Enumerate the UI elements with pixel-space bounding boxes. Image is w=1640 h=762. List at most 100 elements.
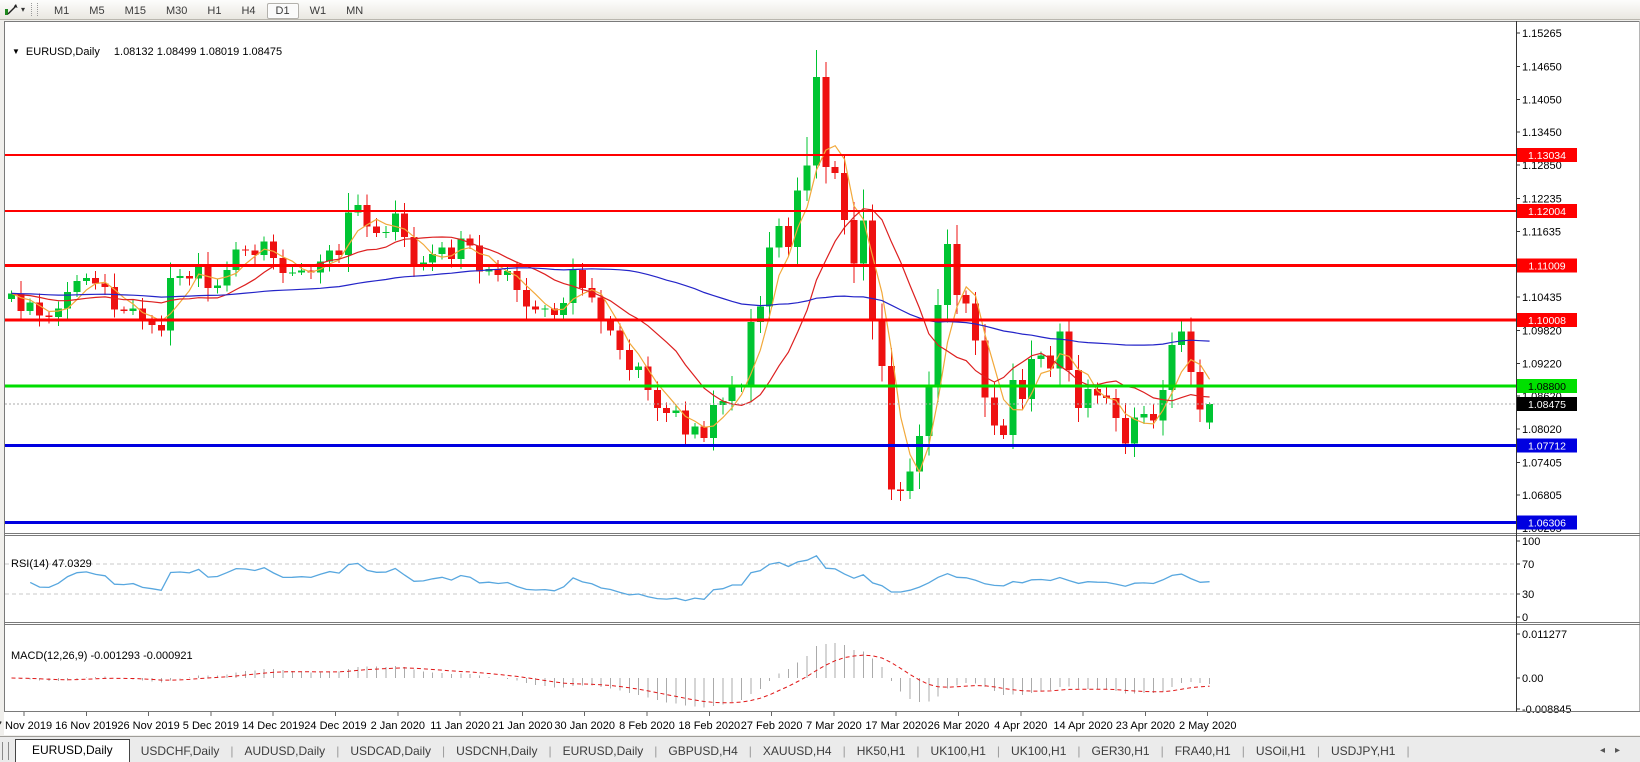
price-tick-label: 1.06805: [1522, 490, 1562, 502]
tab-eurusd-daily[interactable]: EURUSD,Daily: [552, 741, 655, 762]
tabs-scroll-right-icon[interactable]: ▸: [1615, 745, 1630, 756]
date-tick-label: 4 Apr 2020: [994, 720, 1047, 732]
tab-usdjpy-h1[interactable]: USDJPY,H1: [1320, 741, 1406, 762]
timeframe-button-mn[interactable]: MN: [337, 3, 372, 19]
candle-body: [663, 408, 670, 413]
chart-tool-icon[interactable]: [3, 3, 19, 17]
tab-usdcad-daily[interactable]: USDCAD,Daily: [339, 741, 442, 762]
tab-hk50-h1[interactable]: HK50,H1: [846, 741, 917, 762]
tabs-scroll-left-icon[interactable]: ◂: [1600, 745, 1615, 756]
candle-body: [1131, 417, 1138, 443]
candle-body: [776, 226, 783, 247]
candle-body: [1206, 404, 1213, 423]
price-axis-badge-label: 1.10008: [1528, 315, 1566, 327]
timeframe-button-m1[interactable]: M1: [45, 3, 78, 19]
candle-body: [1169, 345, 1176, 390]
candle-body: [1056, 332, 1063, 369]
tab-fra40-h1[interactable]: FRA40,H1: [1164, 741, 1242, 762]
tab-usoil-h1[interactable]: USOil,H1: [1245, 741, 1317, 762]
candle-body: [83, 278, 90, 281]
macd-tick-label: 0.011277: [1522, 629, 1567, 641]
timeframe-button-w1[interactable]: W1: [301, 3, 336, 19]
date-tick-label: 16 Nov 2019: [55, 720, 117, 732]
price-axis-badge-label: 1.08800: [1528, 381, 1566, 393]
candle-body: [1000, 426, 1007, 435]
date-tick-label: 14 Dec 2019: [242, 720, 304, 732]
candle-body: [878, 321, 885, 366]
candle-body: [785, 226, 792, 247]
chart-window-background: [4, 21, 1640, 735]
date-tick-label: 30 Jan 2020: [554, 720, 615, 732]
tab-separator: |: [1406, 744, 1409, 762]
date-tick-label: 7 Nov 2019: [0, 720, 52, 732]
timeframe-button-h1[interactable]: H1: [198, 3, 230, 19]
timeframe-button-d1[interactable]: D1: [267, 3, 299, 19]
date-tick-label: 17 Mar 2020: [865, 720, 927, 732]
timeframe-button-m5[interactable]: M5: [80, 3, 113, 19]
candle-body: [907, 471, 914, 491]
timeframe-button-m15[interactable]: M15: [116, 3, 155, 19]
chart-collapse-icon[interactable]: ▼: [12, 47, 20, 56]
chart-title: ▼EURUSD,Daily1.08132 1.08499 1.08019 1.0…: [12, 46, 282, 58]
candle-body: [579, 270, 586, 288]
date-tick-label: 18 Feb 2020: [678, 720, 740, 732]
candle-body: [523, 290, 530, 306]
date-tick-label: 8 Feb 2020: [619, 720, 675, 732]
candle-body: [701, 427, 708, 438]
tab-audusd-daily[interactable]: AUDUSD,Daily: [234, 741, 337, 762]
candle-body: [45, 316, 52, 317]
candle-body: [766, 247, 773, 306]
chart-canvas[interactable]: 1.152651.146501.140501.134501.128501.122…: [0, 20, 1640, 736]
chart-tabs: EURUSD,DailyUSDCHF,Daily|AUDUSD,Daily|US…: [15, 739, 1410, 762]
timeframe-toolbar: ▾ M1M5M15M30H1H4D1W1MN: [0, 0, 1640, 20]
candle-body: [607, 321, 614, 331]
candle-body: [925, 385, 932, 436]
price-axis-badge-label: 1.08475: [1528, 399, 1566, 411]
tab-usdchf-daily[interactable]: USDCHF,Daily: [130, 741, 231, 762]
tab-xauusd-h4[interactable]: XAUUSD,H4: [752, 741, 843, 762]
chart-tab-bar: EURUSD,DailyUSDCHF,Daily|AUDUSD,Daily|US…: [0, 736, 1640, 762]
candle-body: [1019, 380, 1026, 399]
candle-body: [710, 405, 717, 438]
candle-body: [897, 489, 904, 491]
tab-uk100-h1[interactable]: UK100,H1: [1000, 741, 1077, 762]
tab-eurusd-daily[interactable]: EURUSD,Daily: [15, 739, 130, 762]
candle-body: [130, 309, 137, 311]
date-tick-label: 7 Mar 2020: [806, 720, 862, 732]
rsi-tick-label: 30: [1522, 589, 1534, 601]
chart-window[interactable]: 1.152651.146501.140501.134501.128501.122…: [0, 20, 1640, 736]
tab-gbpusd-h4[interactable]: GBPUSD,H4: [657, 741, 748, 762]
price-tick-label: 1.11635: [1522, 226, 1561, 238]
candle-body: [972, 304, 979, 341]
date-tick-label: 24 Dec 2019: [304, 720, 366, 732]
timeframe-button-m30[interactable]: M30: [157, 3, 196, 19]
candle-body: [1075, 370, 1082, 408]
tab-ger30-h1[interactable]: GER30,H1: [1081, 741, 1161, 762]
price-tick-label: 1.12235: [1522, 194, 1562, 206]
toolbar-grip: [31, 3, 38, 16]
tab-usdcnh-daily[interactable]: USDCNH,Daily: [445, 741, 548, 762]
candle-body: [616, 330, 623, 350]
rsi-tick-label: 70: [1522, 559, 1534, 571]
dropdown-caret-icon[interactable]: ▾: [21, 5, 25, 14]
candle-body: [532, 306, 539, 309]
candle-body: [841, 173, 848, 220]
date-tick-label: 11 Jan 2020: [430, 720, 490, 732]
candle-body: [1038, 356, 1045, 359]
timeframe-button-h4[interactable]: H4: [232, 3, 264, 19]
candle-body: [167, 278, 174, 330]
price-axis-badge-label: 1.11009: [1528, 261, 1565, 273]
candle-body: [729, 386, 736, 401]
tab-scroll-arrows: ◂▸: [1600, 745, 1630, 756]
date-tick-label: 21 Jan 2020: [492, 720, 553, 732]
tab-uk100-h1[interactable]: UK100,H1: [920, 741, 997, 762]
chart-symbol-label: EURUSD,Daily: [26, 46, 100, 58]
candle-body: [691, 427, 698, 435]
date-tick-label: 27 Feb 2020: [741, 720, 803, 732]
candle-body: [673, 410, 680, 413]
price-axis-badge-label: 1.06306: [1528, 517, 1566, 529]
candle-body: [410, 237, 417, 264]
candle-body: [298, 270, 305, 272]
candle-body: [963, 295, 970, 304]
price-axis-badge-label: 1.12004: [1528, 206, 1566, 218]
